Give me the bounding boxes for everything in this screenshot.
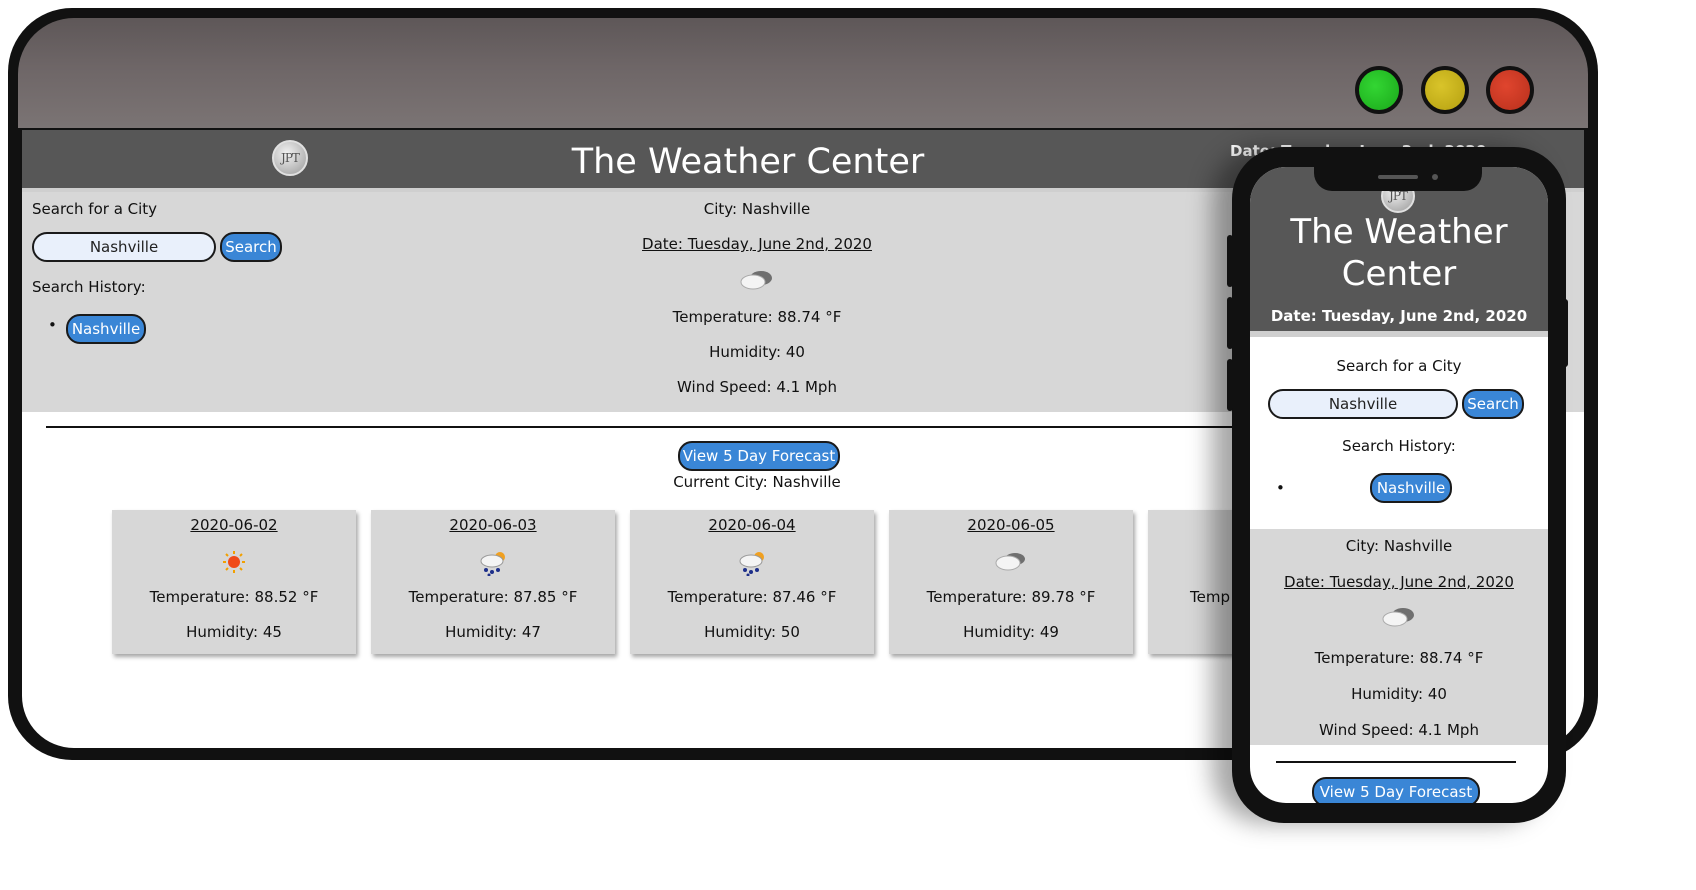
current-city: City: Nashville bbox=[703, 200, 811, 218]
forecast-temperature: Temperature: 88.52 °F bbox=[149, 588, 319, 606]
forecast-card: 2020-06-04 Temperature: 87.46 °F Humidit… bbox=[630, 510, 874, 654]
phone-side-button bbox=[1227, 359, 1233, 411]
search-history-label: Search History: bbox=[1342, 437, 1456, 455]
list-bullet: • bbox=[1276, 479, 1285, 497]
search-label: Search for a City bbox=[32, 200, 158, 218]
current-city: City: Nashville bbox=[1345, 537, 1453, 555]
cloudy-icon bbox=[889, 550, 1133, 580]
forecast-humidity: Humidity: 49 bbox=[963, 623, 1059, 641]
rain-icon bbox=[371, 550, 615, 580]
view-forecast-button[interactable]: View 5 Day Forecast bbox=[1312, 777, 1480, 803]
current-wind: Wind Speed: 4.1 Mph bbox=[1319, 721, 1479, 739]
speaker-grille bbox=[1378, 175, 1418, 179]
browser-titlebar bbox=[18, 18, 1588, 128]
search-input[interactable]: Nashville bbox=[32, 232, 216, 262]
phone-notch bbox=[1314, 167, 1482, 191]
minimize-button[interactable] bbox=[1421, 66, 1469, 114]
phone-power-button bbox=[1562, 299, 1568, 367]
search-button[interactable]: Search bbox=[220, 232, 282, 262]
close-button[interactable] bbox=[1486, 66, 1534, 114]
forecast-humidity: Humidity: 47 bbox=[445, 623, 541, 641]
search-history-label: Search History: bbox=[32, 278, 146, 296]
current-date: Date: Tuesday, June 2nd, 2020 bbox=[1284, 573, 1514, 591]
current-humidity: Humidity: 40 bbox=[709, 343, 805, 361]
header-date: Date: Tuesday, June 2nd, 2020 bbox=[1270, 307, 1528, 325]
forecast-humidity: Humidity: 45 bbox=[186, 623, 282, 641]
list-bullet: • bbox=[48, 316, 57, 334]
rain-icon bbox=[630, 550, 874, 580]
forecast-date: 2020-06-05 bbox=[967, 516, 1055, 534]
forecast-date: 2020-06-04 bbox=[708, 516, 796, 534]
current-humidity: Humidity: 40 bbox=[1351, 685, 1447, 703]
cloudy-icon bbox=[1379, 605, 1419, 627]
phone-mockup: JPT The Weather Center Date: Tuesday, Ju… bbox=[1227, 147, 1568, 823]
forecast-date: 2020-06-03 bbox=[449, 516, 537, 534]
forecast-humidity: Humidity: 50 bbox=[704, 623, 800, 641]
search-button[interactable]: Search bbox=[1462, 389, 1524, 419]
page-title: The Weather Center bbox=[1290, 212, 1508, 294]
forecast-card: 2020-06-02 Temperature: 88.52 °F Humidit… bbox=[112, 510, 356, 654]
search-label: Search for a City bbox=[1336, 357, 1462, 375]
current-weather-panel: City: Nashville Date: Tuesday, June 2nd,… bbox=[1250, 529, 1548, 745]
divider bbox=[1276, 761, 1516, 763]
current-temperature: Temperature: 88.74 °F bbox=[672, 308, 842, 326]
forecast-card: 2020-06-03 Temperature: 87.85 °F Humidit… bbox=[371, 510, 615, 654]
phone-screen: JPT The Weather Center Date: Tuesday, Ju… bbox=[1250, 167, 1548, 803]
cloudy-icon bbox=[737, 268, 777, 290]
app-header: JPT The Weather Center Date: Tuesday, Ju… bbox=[1250, 167, 1548, 337]
current-city-label: Current City: Nashville bbox=[673, 473, 841, 491]
current-wind: Wind Speed: 4.1 Mph bbox=[677, 378, 837, 396]
phone-side-button bbox=[1227, 297, 1233, 349]
maximize-button[interactable] bbox=[1355, 66, 1403, 114]
history-item-nashville[interactable]: Nashville bbox=[1370, 473, 1452, 503]
forecast-card: 2020-06-05 Temperature: 89.78 °F Humidit… bbox=[889, 510, 1133, 654]
history-item-nashville[interactable]: Nashville bbox=[66, 314, 146, 344]
phone-side-button bbox=[1227, 235, 1233, 287]
view-forecast-button[interactable]: View 5 Day Forecast bbox=[678, 441, 840, 471]
forecast-temperature: Temperature: 89.78 °F bbox=[926, 588, 1096, 606]
forecast-temperature: Temperature: 87.85 °F bbox=[408, 588, 578, 606]
sunny-icon bbox=[112, 550, 356, 580]
forecast-temperature: Temperature: 87.46 °F bbox=[667, 588, 837, 606]
search-input[interactable]: Nashville bbox=[1268, 389, 1458, 419]
current-temperature: Temperature: 88.74 °F bbox=[1314, 649, 1484, 667]
forecast-date: 2020-06-02 bbox=[190, 516, 278, 534]
camera-dot bbox=[1432, 174, 1438, 180]
current-date: Date: Tuesday, June 2nd, 2020 bbox=[642, 235, 872, 253]
